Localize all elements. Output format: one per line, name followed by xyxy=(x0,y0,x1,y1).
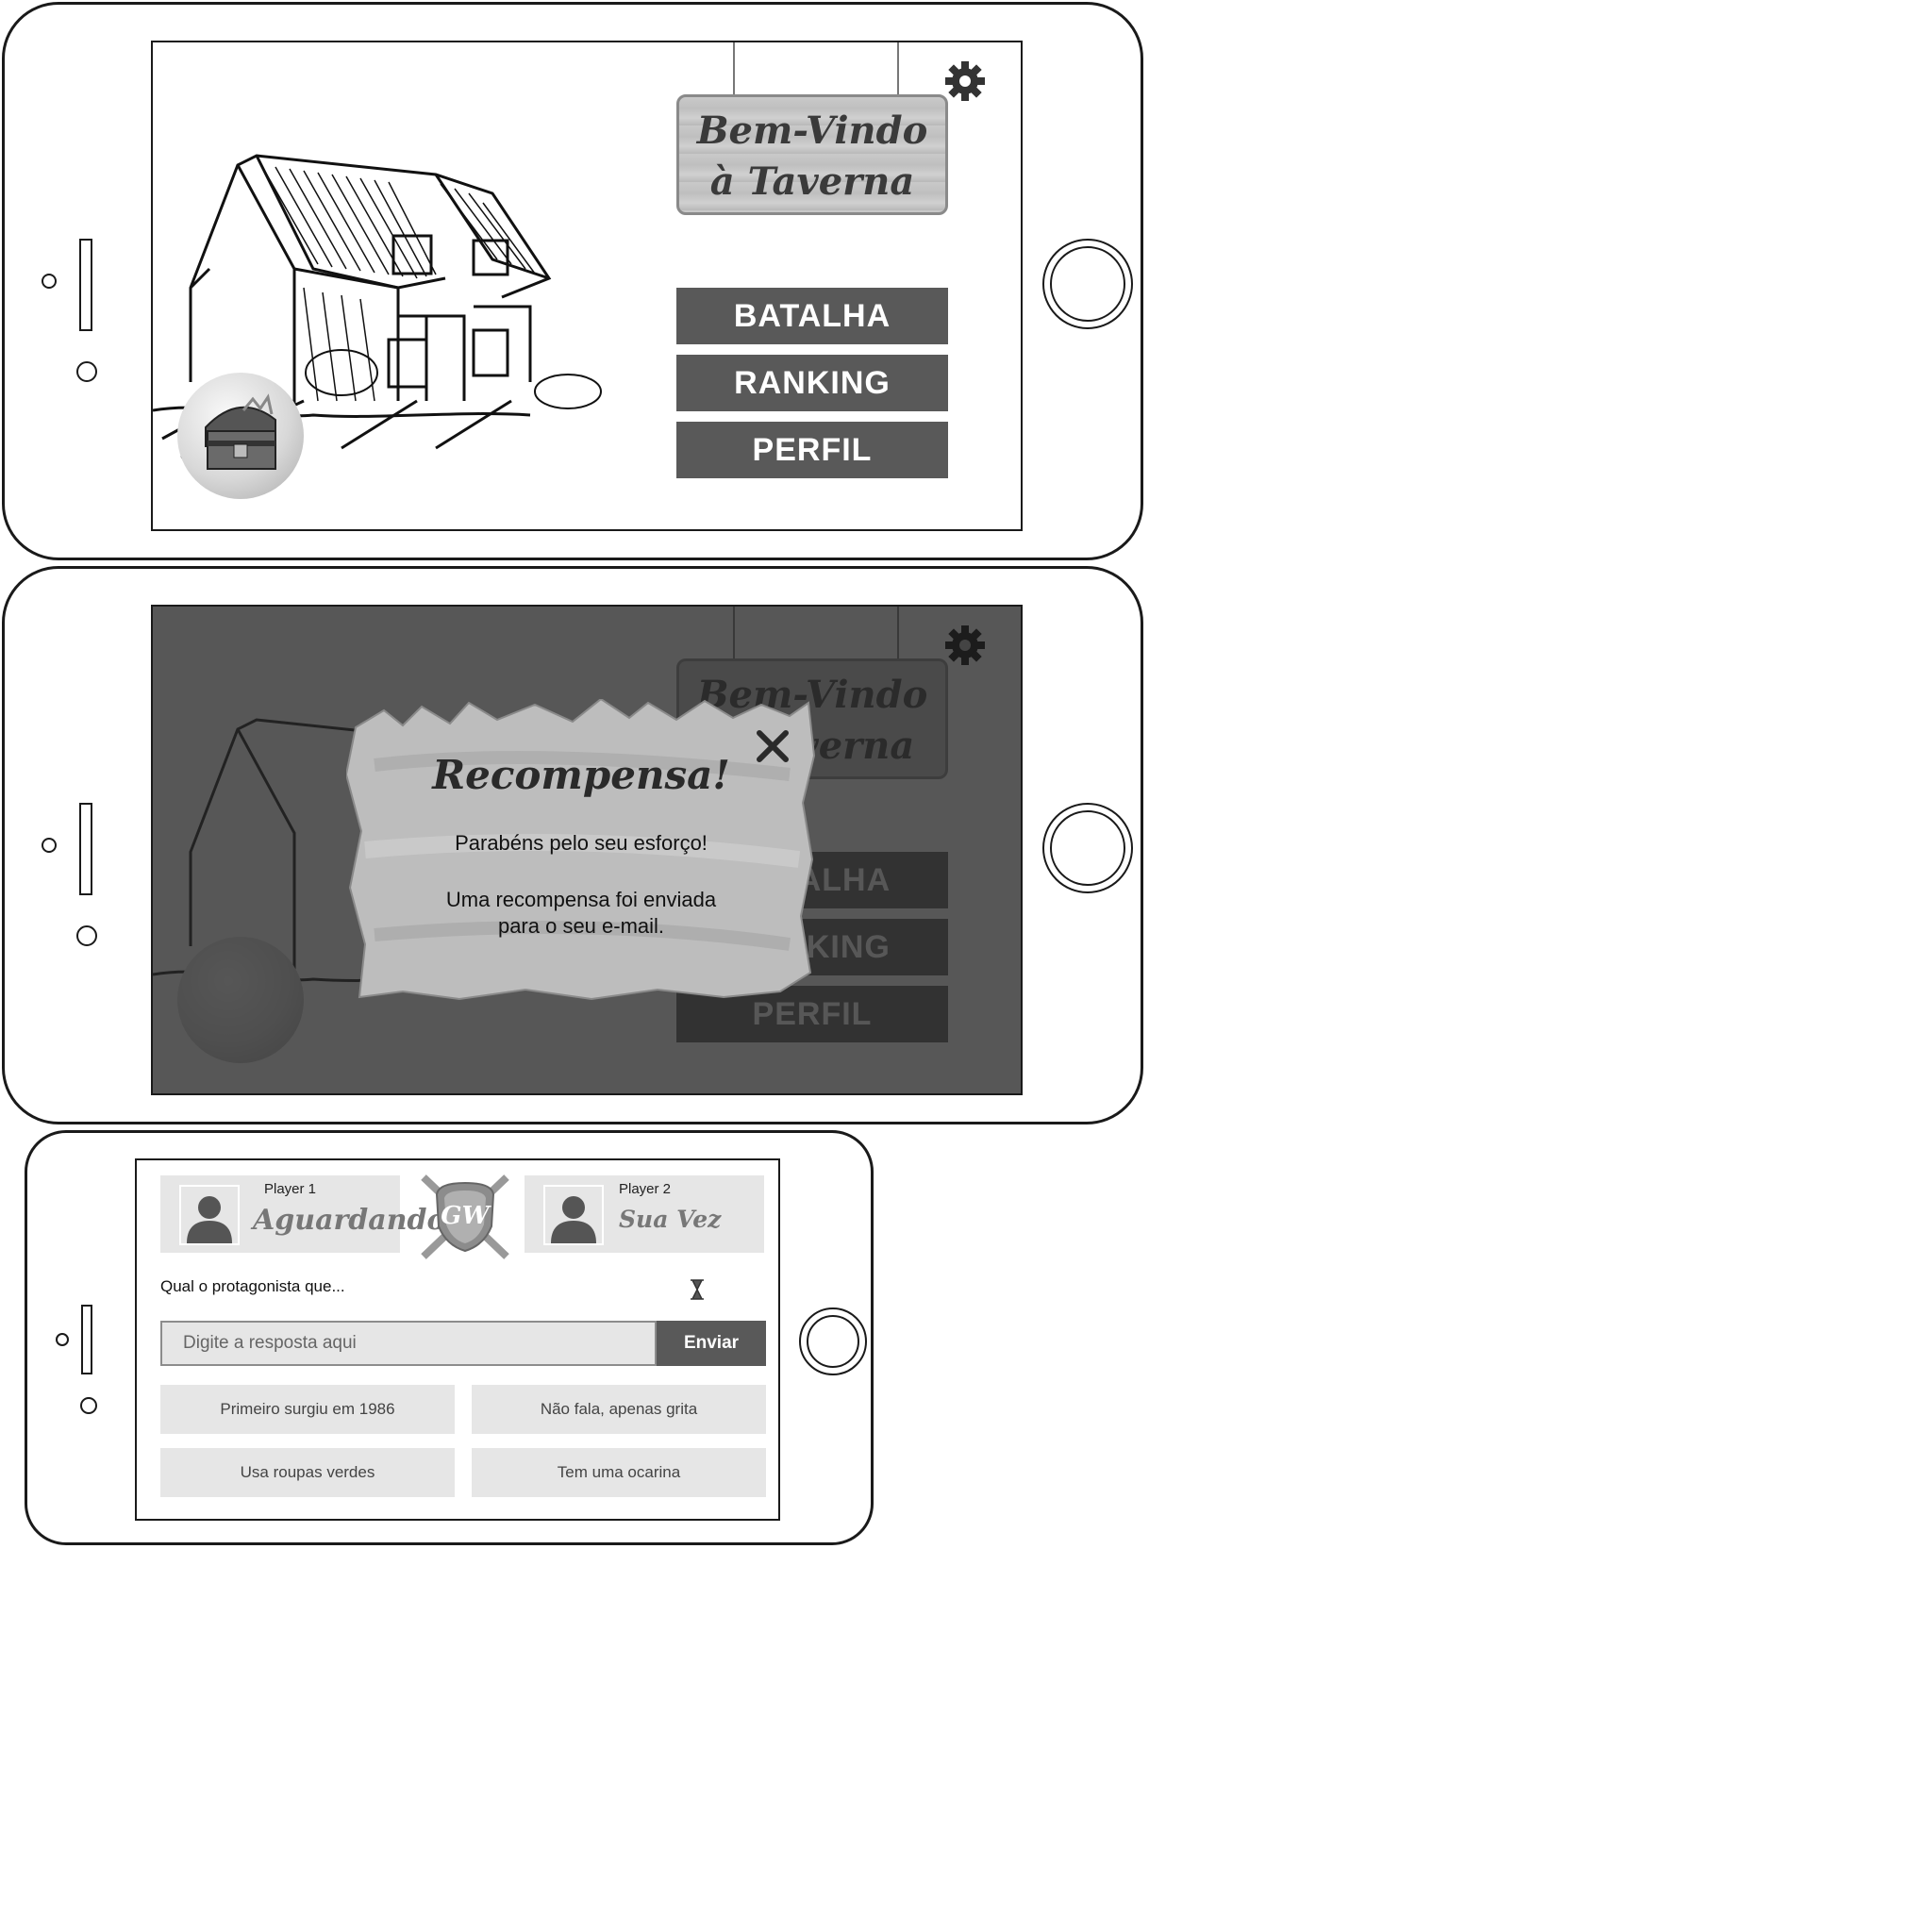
hint-option-2[interactable]: Não fala, apenas grita xyxy=(472,1385,766,1434)
home-button[interactable] xyxy=(1042,803,1133,893)
home-button[interactable] xyxy=(1042,239,1133,329)
reward-screen: Bem-Vindo à Taverna BATALHA RANKING PERF… xyxy=(151,605,1023,1095)
avatar xyxy=(179,1185,240,1245)
answer-placeholder: Digite a resposta aqui xyxy=(183,1333,357,1353)
phone-frame-main-menu: Bem-Vindo à Taverna BATALHA RANKING PERF… xyxy=(2,2,1143,560)
settings-button[interactable] xyxy=(943,59,987,103)
modal-title: Recompensa! xyxy=(432,752,730,798)
phone-frame-reward: Bem-Vindo à Taverna BATALHA RANKING PERF… xyxy=(2,566,1143,1124)
close-button[interactable] xyxy=(754,727,791,765)
hint-option-3[interactable]: Usa roupas verdes xyxy=(160,1448,455,1497)
front-camera xyxy=(42,838,57,853)
send-button[interactable]: Enviar xyxy=(657,1321,766,1366)
player-2-status: Sua Vez xyxy=(619,1206,722,1233)
close-icon xyxy=(757,730,789,762)
profile-button[interactable]: PERFIL xyxy=(676,422,948,478)
player-1-card: Player 1 Aguardando xyxy=(160,1175,446,1253)
player-2-label: Player 2 xyxy=(619,1181,672,1197)
front-camera xyxy=(42,274,57,289)
modal-message-2a: Uma recompensa foi enviada xyxy=(445,888,717,911)
treasure-chest-button[interactable] xyxy=(177,373,304,499)
emblem-text: GW xyxy=(441,1202,490,1230)
player-2-card: Player 2 Sua Vez xyxy=(525,1175,764,1253)
battle-screen: Player 1 Aguardando GW Player 2 Sua Vez xyxy=(135,1158,780,1521)
gear-icon xyxy=(945,61,985,101)
main-menu-screen: Bem-Vindo à Taverna BATALHA RANKING PERF… xyxy=(151,41,1023,531)
speaker-slot xyxy=(79,239,92,331)
home-button[interactable] xyxy=(799,1307,867,1375)
sign-line-1: Bem-Vindo xyxy=(696,108,928,153)
ranking-button[interactable]: RANKING xyxy=(676,355,948,411)
speaker-slot xyxy=(81,1305,92,1374)
game-emblem: GW xyxy=(416,1174,514,1260)
settings-button xyxy=(943,624,987,667)
speaker-slot xyxy=(79,803,92,895)
hint-option-4[interactable]: Tem uma ocarina xyxy=(472,1448,766,1497)
sensor xyxy=(76,925,97,946)
user-icon xyxy=(187,1196,232,1243)
sensor xyxy=(76,361,97,382)
gear-icon xyxy=(945,625,985,665)
player-1-label: Player 1 xyxy=(264,1181,317,1197)
modal-message-2b: para o seu e-mail. xyxy=(497,914,665,938)
treasure-chest-icon xyxy=(205,393,276,470)
timer-icon xyxy=(690,1279,705,1300)
front-camera xyxy=(56,1333,69,1346)
sensor xyxy=(80,1397,97,1414)
reward-modal: Recompensa! Parabéns pelo seu esforço! U… xyxy=(346,699,816,1001)
question-text: Qual o protagonista que... xyxy=(160,1277,345,1295)
avatar xyxy=(543,1185,604,1245)
hint-option-1[interactable]: Primeiro surgiu em 1986 xyxy=(160,1385,455,1434)
welcome-sign: Bem-Vindo à Taverna xyxy=(676,42,959,231)
sign-line-2: à Taverna xyxy=(709,159,915,204)
answer-input[interactable]: Digite a resposta aqui xyxy=(160,1321,657,1366)
modal-message-1: Parabéns pelo seu esforço! xyxy=(455,831,708,855)
hourglass-icon xyxy=(691,1279,704,1300)
phone-frame-battle: Player 1 Aguardando GW Player 2 Sua Vez xyxy=(25,1130,874,1545)
user-icon xyxy=(551,1196,596,1243)
battle-button[interactable]: BATALHA xyxy=(676,288,948,344)
